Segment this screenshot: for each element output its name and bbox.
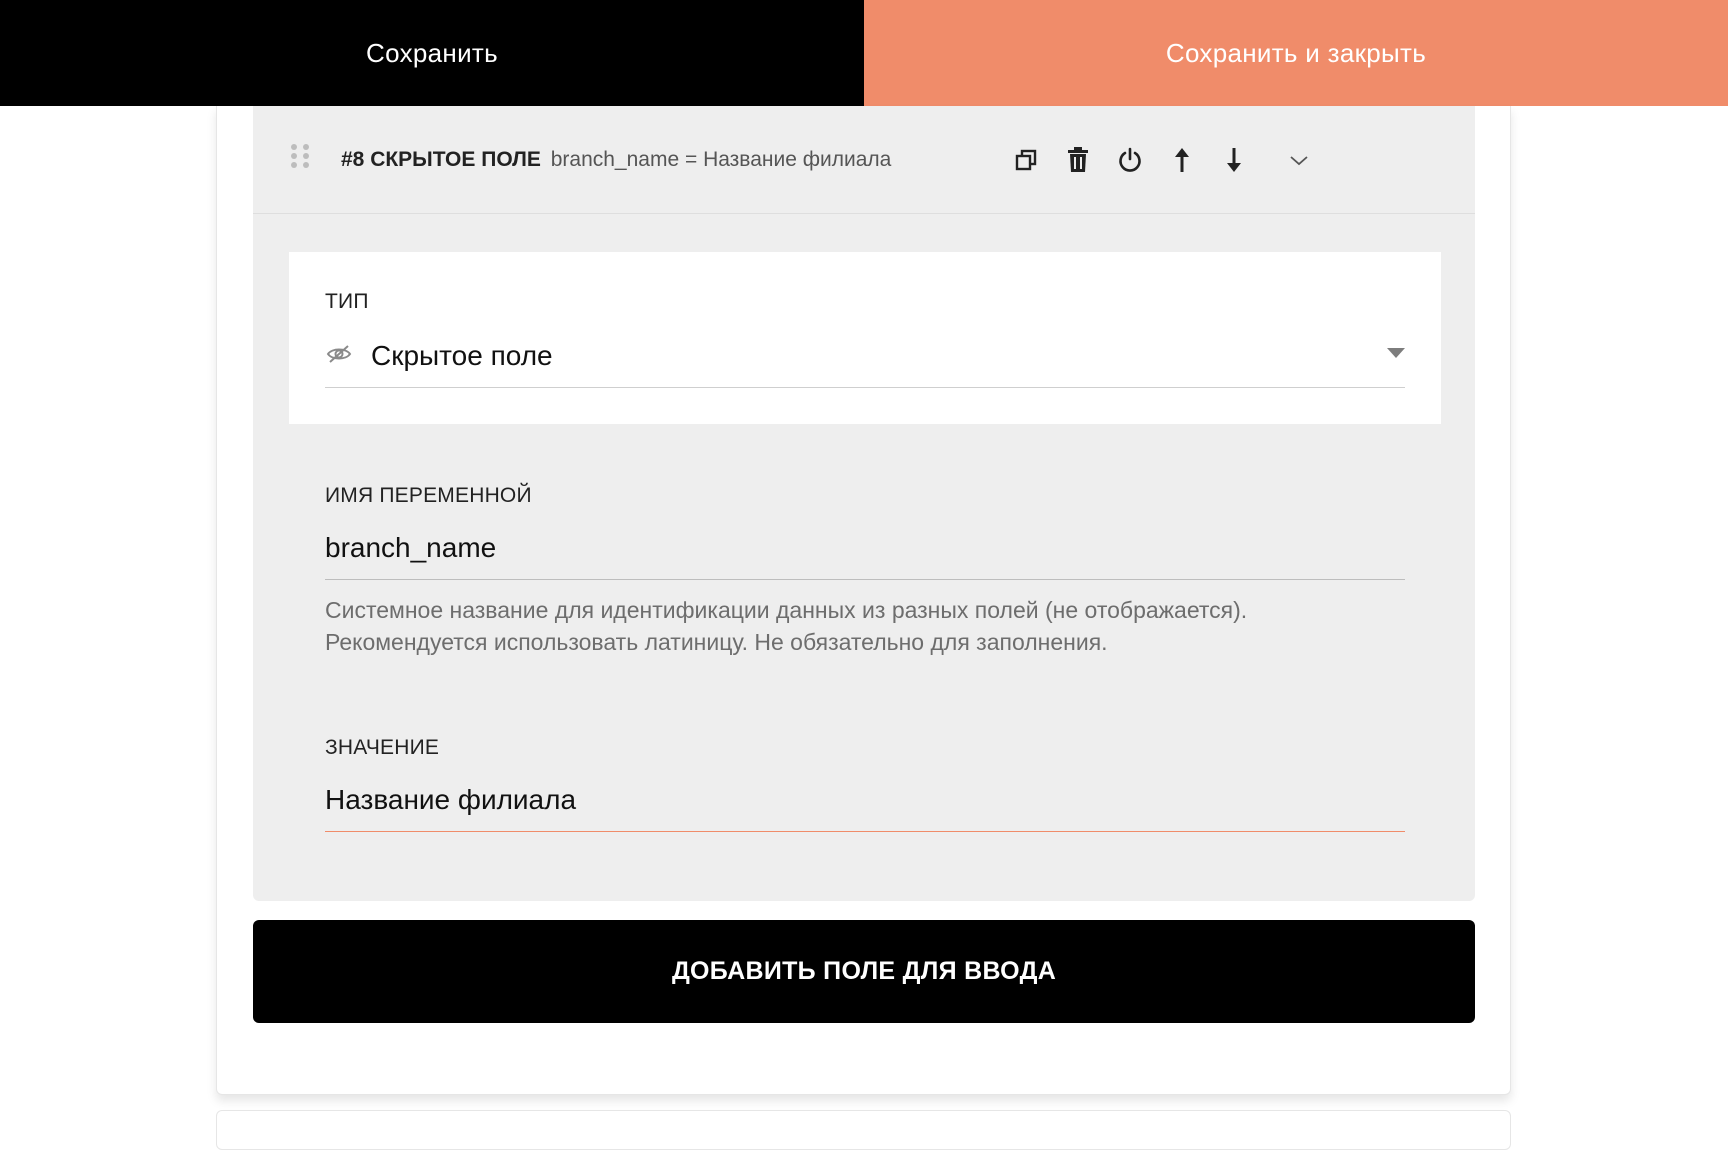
field-block-hidden: #8 СКРЫТОЕ ПОЛЕ branch_name = Название ф…: [253, 106, 1475, 901]
caret-down-icon: [1387, 348, 1405, 358]
drag-handle-icon[interactable]: [291, 144, 311, 178]
type-panel: ТИП Скрытое поле: [289, 252, 1441, 424]
hint-line-1: Системное название для идентификации дан…: [325, 597, 1248, 623]
variable-name-input[interactable]: branch_name: [325, 524, 1405, 580]
next-card: [216, 1110, 1511, 1150]
arrow-down-icon[interactable]: [1218, 144, 1250, 176]
add-input-field-button[interactable]: ДОБАВИТЬ ПОЛЕ ДЛЯ ВВОДА: [253, 920, 1475, 1023]
type-select-value: Скрытое поле: [371, 340, 553, 371]
variable-name-hint: Системное название для идентификации дан…: [325, 594, 1405, 658]
eye-slash-icon: [325, 340, 353, 373]
arrow-up-icon[interactable]: [1166, 144, 1198, 176]
chevron-down-icon[interactable]: [1283, 144, 1315, 176]
type-label: ТИП: [325, 290, 369, 313]
power-icon[interactable]: [1114, 144, 1146, 176]
save-and-close-button[interactable]: Сохранить и закрыть: [864, 0, 1728, 106]
trash-icon[interactable]: [1062, 144, 1094, 176]
type-select[interactable]: Скрытое поле: [325, 332, 1405, 388]
field-number: #8 СКРЫТОЕ ПОЛЕ: [341, 148, 541, 171]
copy-icon[interactable]: [1010, 144, 1042, 176]
value-label: ЗНАЧЕНИЕ: [325, 736, 440, 759]
top-action-bar: Сохранить Сохранить и закрыть: [0, 0, 1728, 106]
save-button[interactable]: Сохранить: [0, 0, 864, 106]
hint-line-2: Рекомендуется использовать латиницу. Не …: [325, 629, 1108, 655]
variable-name-label: ИМЯ ПЕРЕМЕННОЙ: [325, 484, 532, 507]
field-title: #8 СКРЫТОЕ ПОЛЕ branch_name = Название ф…: [341, 148, 891, 172]
field-header[interactable]: #8 СКРЫТОЕ ПОЛЕ branch_name = Название ф…: [253, 106, 1475, 214]
value-input[interactable]: Название филиала: [325, 776, 1405, 832]
field-summary: branch_name = Название филиала: [550, 148, 892, 171]
